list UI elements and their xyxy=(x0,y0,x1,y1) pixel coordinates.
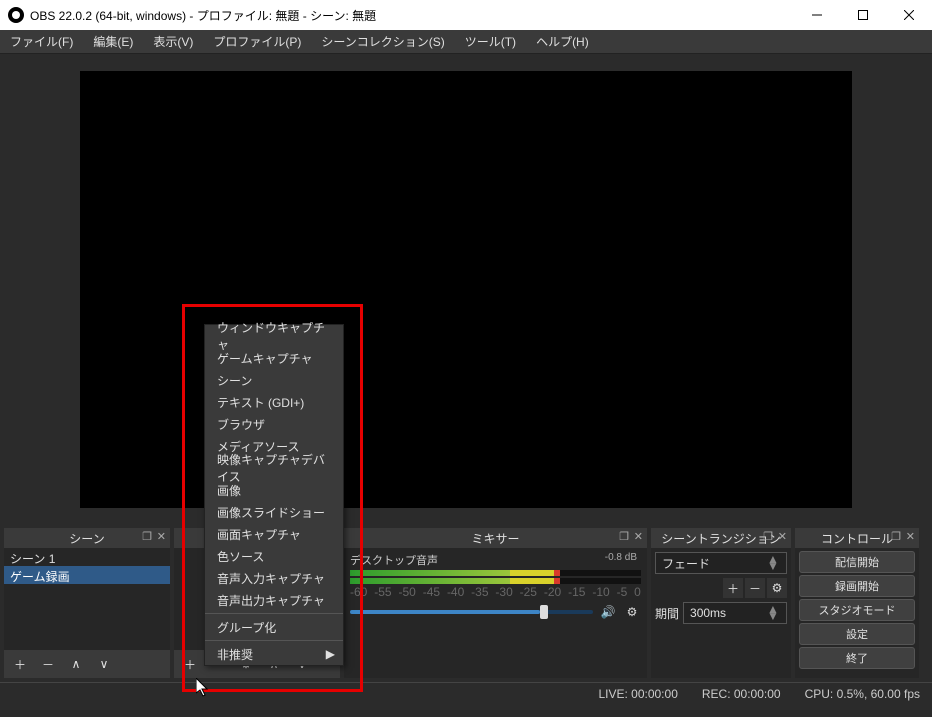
menu-color-source[interactable]: 色ソース xyxy=(205,545,343,567)
menu-browser[interactable]: ブラウザ xyxy=(205,413,343,435)
controls-title: コントロール xyxy=(821,530,893,547)
menu-edit[interactable]: 編集(E) xyxy=(83,30,143,53)
scenes-title: シーン xyxy=(69,530,104,547)
window-minimize-button[interactable] xyxy=(794,0,840,30)
scenes-toolbar: ＋ － ∧ ∨ xyxy=(4,650,170,678)
studio-mode-button[interactable]: スタジオモード xyxy=(799,599,915,621)
preview-area xyxy=(0,54,932,524)
status-live: LIVE: 00:00:00 xyxy=(598,687,677,701)
remove-transition-button[interactable]: － xyxy=(745,578,765,598)
mixer-db-value: -0.8 dB xyxy=(605,552,637,563)
menu-view[interactable]: 表示(V) xyxy=(143,30,203,53)
mixer-body: デスクトップ音声 -0.8 dB -60-55-50-45-40-35-30-2… xyxy=(344,548,647,678)
menu-audio-output[interactable]: 音声出力キャプチャ xyxy=(205,589,343,611)
start-record-button[interactable]: 録画開始 xyxy=(799,575,915,597)
transitions-dock: シーントランジション ❐ ✕ フェード ▲▼ ＋ － ⚙ 期間 300ms ▲▼ xyxy=(651,528,791,678)
menu-file[interactable]: ファイル(F) xyxy=(0,30,83,53)
obs-logo-icon xyxy=(8,7,24,23)
exit-button[interactable]: 終了 xyxy=(799,647,915,669)
window-close-button[interactable] xyxy=(886,0,932,30)
menu-display-capture[interactable]: 画面キャプチャ xyxy=(205,523,343,545)
menu-window-capture[interactable]: ウィンドウキャプチャ xyxy=(205,325,343,347)
menu-tools[interactable]: ツール(T) xyxy=(455,30,526,53)
mixer-channel-label: デスクトップ音声 xyxy=(350,555,438,567)
menu-group[interactable]: グループ化 xyxy=(205,616,343,638)
status-rec: REC: 00:00:00 xyxy=(702,687,781,701)
add-transition-button[interactable]: ＋ xyxy=(723,578,743,598)
speaker-icon[interactable]: 🔊 xyxy=(599,603,617,621)
menu-scene-source[interactable]: シーン xyxy=(205,369,343,391)
menu-separator xyxy=(205,640,343,641)
mixer-dock: ミキサー ❐ ✕ デスクトップ音声 -0.8 dB -60-55-50-45-4… xyxy=(344,528,647,678)
statusbar: LIVE: 00:00:00 REC: 00:00:00 CPU: 0.5%, … xyxy=(0,682,932,704)
menu-profile[interactable]: プロファイル(P) xyxy=(203,30,311,53)
transitions-header: シーントランジション ❐ ✕ xyxy=(651,528,791,548)
controls-dock: コントロール ❐ ✕ 配信開始 録画開始 スタジオモード 設定 終了 xyxy=(795,528,919,678)
controls-close-icon[interactable]: ✕ xyxy=(906,530,915,543)
add-source-context-menu: ウィンドウキャプチャ ゲームキャプチャ シーン テキスト (GDI+) ブラウザ… xyxy=(204,324,344,666)
controls-header: コントロール ❐ ✕ xyxy=(795,528,919,548)
menu-deprecated[interactable]: 非推奨 ▶ xyxy=(205,643,343,665)
transitions-close-icon[interactable]: ✕ xyxy=(778,530,787,543)
meter-ticks: -60-55-50-45-40-35-30-25-20-15-10-50 xyxy=(350,585,641,599)
transition-type-value: フェード xyxy=(662,555,710,572)
menu-scene-collection[interactable]: シーンコレクション(S) xyxy=(311,30,454,53)
mixer-title: ミキサー xyxy=(471,530,519,547)
menu-text-gdi[interactable]: テキスト (GDI+) xyxy=(205,391,343,413)
preview-canvas[interactable] xyxy=(80,71,852,508)
menubar: ファイル(F) 編集(E) 表示(V) プロファイル(P) シーンコレクション(… xyxy=(0,30,932,54)
scene-down-button[interactable]: ∨ xyxy=(90,652,118,676)
scene-up-button[interactable]: ∧ xyxy=(62,652,90,676)
audio-meter xyxy=(350,570,641,576)
controls-popout-icon[interactable]: ❐ xyxy=(891,530,901,543)
transitions-popout-icon[interactable]: ❐ xyxy=(763,530,773,543)
add-source-button[interactable]: ＋ xyxy=(176,652,204,676)
volume-slider[interactable] xyxy=(350,610,593,614)
settings-button[interactable]: 設定 xyxy=(799,623,915,645)
transition-select[interactable]: フェード ▲▼ xyxy=(655,552,787,574)
menu-help[interactable]: ヘルプ(H) xyxy=(526,30,599,53)
audio-meter xyxy=(350,578,641,584)
menu-game-capture[interactable]: ゲームキャプチャ xyxy=(205,347,343,369)
start-stream-button[interactable]: 配信開始 xyxy=(799,551,915,573)
window-maximize-button[interactable] xyxy=(840,0,886,30)
scenes-close-icon[interactable]: ✕ xyxy=(157,530,166,543)
scene-item[interactable]: ゲーム録画 xyxy=(4,566,170,584)
scenes-popout-icon[interactable]: ❐ xyxy=(142,530,152,543)
add-scene-button[interactable]: ＋ xyxy=(6,652,34,676)
duration-label: 期間 xyxy=(655,605,679,622)
window-title: OBS 22.0.2 (64-bit, windows) - プロファイル: 無… xyxy=(30,7,376,24)
transition-settings-button[interactable]: ⚙ xyxy=(767,578,787,598)
remove-scene-button[interactable]: － xyxy=(34,652,62,676)
mixer-popout-icon[interactable]: ❐ xyxy=(619,530,629,543)
menu-image[interactable]: 画像 xyxy=(205,479,343,501)
menu-separator xyxy=(205,613,343,614)
scenes-header: シーン ❐ ✕ xyxy=(4,528,170,548)
menu-video-capture[interactable]: 映像キャプチャデバイス xyxy=(205,457,343,479)
scenes-dock: シーン ❐ ✕ シーン 1 ゲーム録画 ＋ － ∧ ∨ xyxy=(4,528,170,678)
scenes-list[interactable]: シーン 1 ゲーム録画 xyxy=(4,548,170,650)
gear-icon[interactable]: ⚙ xyxy=(623,603,641,621)
mixer-close-icon[interactable]: ✕ xyxy=(634,530,643,543)
window-titlebar: OBS 22.0.2 (64-bit, windows) - プロファイル: 無… xyxy=(0,0,932,30)
mixer-header: ミキサー ❐ ✕ xyxy=(344,528,647,548)
duration-spinbox[interactable]: 300ms ▲▼ xyxy=(683,602,787,624)
scene-item[interactable]: シーン 1 xyxy=(4,548,170,566)
submenu-arrow-icon: ▶ xyxy=(326,647,335,661)
status-cpu: CPU: 0.5%, 60.00 fps xyxy=(805,687,920,701)
duration-value: 300ms xyxy=(690,606,726,620)
menu-image-slideshow[interactable]: 画像スライドショー xyxy=(205,501,343,523)
menu-audio-input[interactable]: 音声入力キャプチャ xyxy=(205,567,343,589)
